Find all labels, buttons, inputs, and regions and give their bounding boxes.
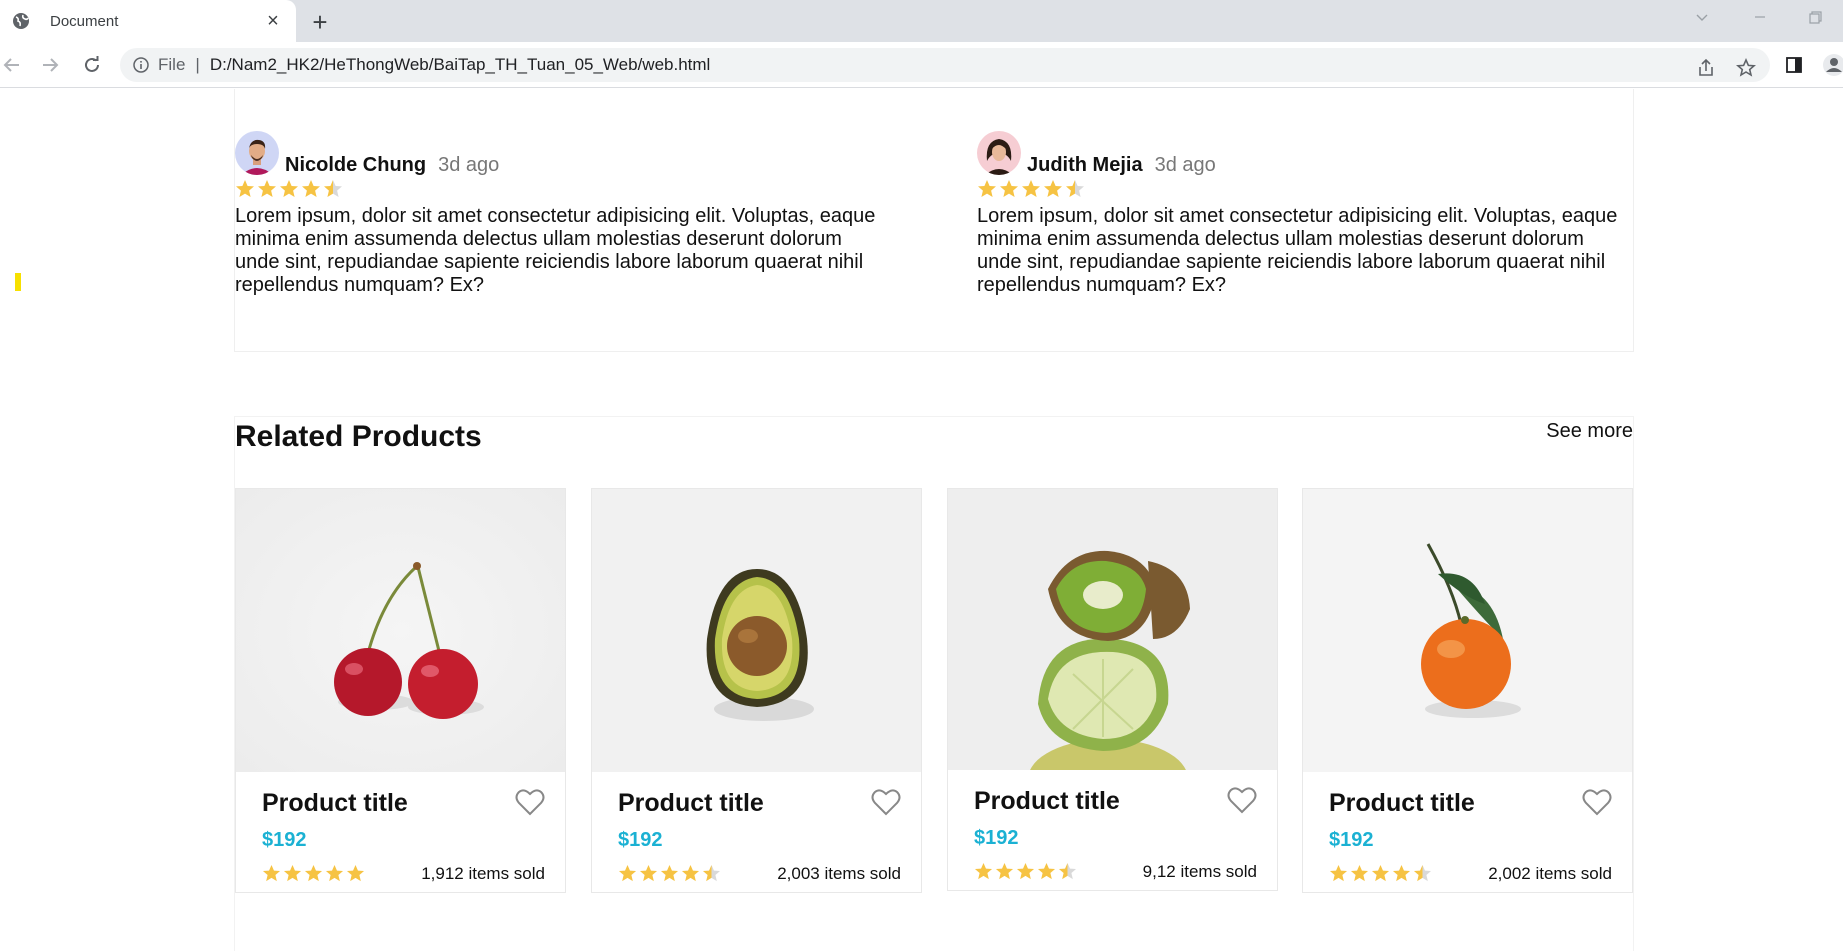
share-icon[interactable] [1694, 56, 1718, 80]
star-icon [1022, 180, 1040, 197]
product-card[interactable]: Product title $192 2,002 items sold [1302, 488, 1633, 893]
product-image-cherry[interactable] [236, 489, 565, 772]
star-icon [1392, 864, 1411, 882]
review-text: Lorem ipsum, dolor sit amet consectetur … [977, 205, 1618, 296]
product-price: $192 [262, 829, 307, 851]
forward-arrow-icon[interactable] [36, 51, 64, 79]
product-image-avocado[interactable] [592, 489, 921, 772]
star-icon [283, 864, 302, 882]
items-sold: 9,12 items sold [1142, 862, 1257, 881]
rating-stars [262, 864, 365, 883]
separator: | [195, 55, 200, 74]
restore-icon[interactable] [1808, 9, 1824, 30]
star-icon [304, 864, 323, 882]
star-icon [995, 862, 1014, 880]
star-icon [1058, 862, 1077, 880]
rating-stars [618, 864, 721, 883]
reviewer-name: Nicolde Chung [285, 154, 427, 176]
review-card: Nicolde Chung 3d ago Lorem ipsum, dolor … [235, 131, 885, 297]
star-icon [262, 864, 281, 882]
heart-icon[interactable] [1582, 788, 1612, 816]
avatar [977, 131, 1021, 175]
star-icon [974, 862, 993, 880]
profile-icon[interactable] [1820, 51, 1843, 79]
product-price: $192 [1329, 829, 1374, 851]
heart-icon[interactable] [515, 788, 545, 816]
review-card: Judith Mejia 3d ago Lorem ipsum, dolor s… [977, 131, 1627, 297]
info-icon[interactable] [132, 56, 150, 74]
rating-stars [977, 179, 1627, 199]
star-icon [1413, 864, 1432, 882]
highlight-mark [15, 273, 21, 291]
see-more-link[interactable]: See more [1546, 420, 1633, 443]
star-icon [1371, 864, 1390, 882]
tab-title: Document [50, 12, 119, 30]
star-icon [1016, 862, 1035, 880]
product-title[interactable]: Product title [618, 789, 764, 818]
star-icon [280, 180, 298, 197]
star-icon [702, 864, 721, 882]
product-card[interactable]: Product title $192 1,912 items sold [235, 488, 566, 893]
product-price: $192 [974, 827, 1019, 849]
star-icon [639, 864, 658, 882]
section-title: Related Products [235, 420, 482, 453]
product-price: $192 [618, 829, 663, 851]
minimize-icon[interactable] [1752, 9, 1768, 30]
page-viewport: Nicolde Chung 3d ago Lorem ipsum, dolor … [0, 89, 1843, 951]
product-image-kiwi-lime[interactable] [948, 489, 1277, 770]
related-products-section: Related Products See more Product title … [234, 416, 1634, 951]
rating-stars [235, 179, 885, 199]
product-card[interactable]: Product title $192 2,003 items sold [591, 488, 922, 893]
browser-toolbar: File | D:/Nam2_HK2/HeThongWeb/BaiTap_TH_… [0, 42, 1843, 88]
star-icon [258, 180, 276, 197]
product-title[interactable]: Product title [1329, 789, 1475, 818]
avatar [235, 131, 279, 175]
heart-icon[interactable] [1227, 786, 1257, 814]
reviewer-name: Judith Mejia [1027, 154, 1143, 176]
tab-search-icon[interactable] [1694, 9, 1710, 30]
star-icon [1044, 180, 1062, 197]
star-icon [325, 864, 344, 882]
url-text[interactable]: D:/Nam2_HK2/HeThongWeb/BaiTap_TH_Tuan_05… [210, 55, 711, 75]
product-image-tangerine[interactable] [1303, 489, 1632, 772]
star-icon [618, 864, 637, 882]
star-icon [1350, 864, 1369, 882]
star-icon [302, 180, 320, 197]
globe-icon [12, 12, 30, 30]
tab-strip: Document × + [0, 0, 1843, 42]
browser-tab[interactable]: Document × [0, 0, 296, 42]
address-bar[interactable]: File | D:/Nam2_HK2/HeThongWeb/BaiTap_TH_… [120, 48, 1770, 82]
star-icon [324, 180, 342, 197]
product-card[interactable]: Product title $192 9,12 items sold [947, 488, 1278, 891]
bookmark-star-icon[interactable] [1734, 56, 1758, 80]
rating-stars [974, 862, 1077, 881]
star-icon [1066, 180, 1084, 197]
star-icon [1037, 862, 1056, 880]
file-label: File [158, 55, 186, 74]
items-sold: 1,912 items sold [421, 864, 545, 883]
reload-icon[interactable] [78, 51, 106, 79]
items-sold: 2,002 items sold [1488, 864, 1612, 883]
side-panel-icon[interactable] [1780, 51, 1808, 79]
product-title[interactable]: Product title [262, 789, 408, 818]
reviews-section: Nicolde Chung 3d ago Lorem ipsum, dolor … [234, 89, 1634, 352]
new-tab-button[interactable]: + [306, 7, 334, 37]
back-arrow-icon[interactable] [0, 51, 26, 79]
review-time: 3d ago [438, 154, 500, 176]
close-tab-icon[interactable]: × [262, 10, 284, 32]
star-icon [1329, 864, 1348, 882]
rating-stars [1329, 864, 1432, 883]
star-icon [681, 864, 700, 882]
star-icon [346, 864, 365, 882]
review-time: 3d ago [1154, 154, 1216, 176]
star-icon [660, 864, 679, 882]
items-sold: 2,003 items sold [777, 864, 901, 883]
heart-icon[interactable] [871, 788, 901, 816]
product-title[interactable]: Product title [974, 787, 1120, 816]
star-icon [1000, 180, 1018, 197]
star-icon [978, 180, 996, 197]
star-icon [236, 180, 254, 197]
review-text: Lorem ipsum, dolor sit amet consectetur … [235, 205, 876, 296]
